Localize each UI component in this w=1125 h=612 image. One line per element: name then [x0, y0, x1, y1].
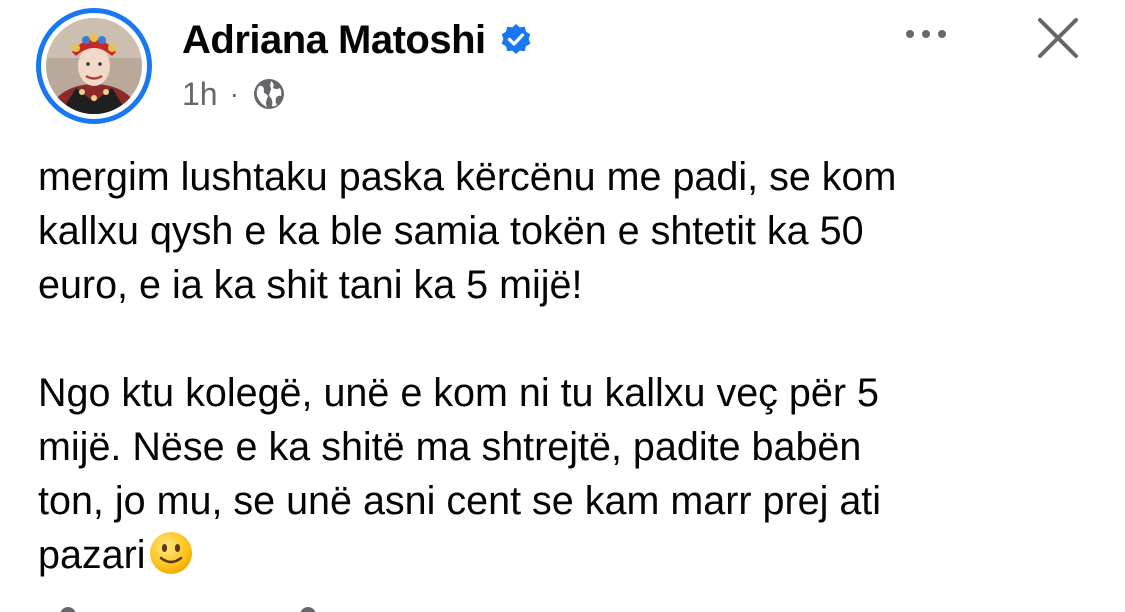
text-line-last: pazari	[38, 528, 1068, 582]
text-line: euro, e ia ka shit tani ka 5 mijë!	[38, 263, 583, 307]
text-line: mijë. Nëse e ka shitë ma shtrejtë, padit…	[38, 425, 862, 469]
post-text: mergim lushtaku paska kërcënu me padi, s…	[38, 150, 1068, 582]
text-line: Ngo ktu kolegë, unë e kom ni tu kallxu v…	[38, 371, 879, 415]
reaction-icons-partial	[60, 607, 316, 612]
post-paragraph-2: Ngo ktu kolegë, unë e kom ni tu kallxu v…	[38, 366, 1068, 582]
text-line: mergim lushtaku paska kërcënu me padi, s…	[38, 155, 897, 199]
text-fragment: pazari	[38, 533, 146, 577]
reaction-bar-peek	[0, 600, 1125, 612]
profile-photo	[46, 18, 142, 114]
more-options-button[interactable]	[898, 18, 954, 50]
post-card: Adriana Matoshi 1h · mergim lushtaku pas…	[0, 0, 1125, 612]
post-meta: 1h ·	[182, 74, 287, 114]
close-button[interactable]	[1030, 10, 1086, 66]
post-header: Adriana Matoshi	[182, 14, 534, 66]
text-line: kallxu qysh e ka ble samia tokën e shtet…	[38, 209, 864, 253]
globe-icon[interactable]	[251, 76, 287, 112]
meta-separator: ·	[229, 78, 239, 109]
post-timestamp[interactable]: 1h	[182, 76, 218, 113]
verified-badge-icon	[501, 24, 531, 54]
author-name[interactable]: Adriana Matoshi	[182, 18, 486, 63]
text-line: ton, jo mu, se unë asni cent se kam marr…	[38, 479, 882, 523]
slightly-smiling-face-icon	[149, 532, 192, 574]
post-paragraph-1: mergim lushtaku paska kërcënu me padi, s…	[38, 150, 1068, 312]
more-horizontal-icon	[906, 30, 946, 38]
close-icon	[1038, 18, 1078, 58]
avatar[interactable]	[46, 18, 142, 114]
avatar-story-ring[interactable]	[36, 8, 152, 124]
